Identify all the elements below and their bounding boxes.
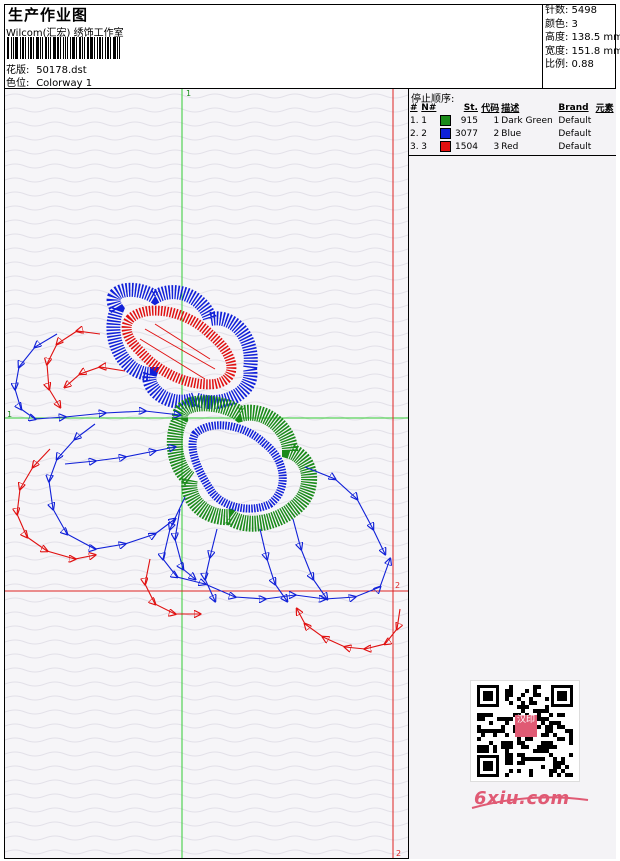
row-element xyxy=(595,140,616,153)
barcode-icon xyxy=(7,37,122,59)
stats-box: 针数: 5498 颜色: 3 高度: 138.5 mm 宽度: 151.8 mm… xyxy=(542,4,620,89)
col-index: # xyxy=(410,102,418,113)
row-index: 1. xyxy=(410,115,419,126)
row-stitches: 915 xyxy=(460,115,478,126)
row-code: 2 xyxy=(493,128,500,139)
axis-mark-1-left: 1 xyxy=(7,410,12,419)
row-swatch xyxy=(439,127,453,140)
row-swatch xyxy=(439,114,453,127)
qr-code-icon: 汉印 xyxy=(470,680,580,782)
col-code: 代码 xyxy=(481,104,500,114)
color-row[interactable]: 3. 3 1504 3 Red Default xyxy=(409,140,616,153)
color-swatch-icon xyxy=(439,128,451,139)
colorway-line: 色位: Colorway 1 xyxy=(6,74,92,89)
axis-mark-2-right: 2 xyxy=(395,581,400,590)
header: 生产作业图 Wilcom(汇宏) 绣饰工作室 花版: 50178.dst 色位:… xyxy=(4,4,620,89)
color-swatch-icon xyxy=(439,115,451,126)
row-desc: Blue xyxy=(501,128,522,139)
color-swatch-icon xyxy=(439,141,451,152)
row-stitches: 1504 xyxy=(455,141,478,152)
qr-seal: 汉印 xyxy=(515,715,537,737)
panel-separator xyxy=(409,155,616,156)
page-title: 生产作业图 xyxy=(8,6,89,24)
stat-colors: 颜色: 3 xyxy=(545,18,578,30)
color-row[interactable]: 2. 2 3077 2 Blue Default xyxy=(409,127,616,140)
col-element: 元素 xyxy=(595,104,614,114)
col-needle: N# xyxy=(421,102,437,113)
col-swatch xyxy=(439,101,453,114)
row-brand: Default xyxy=(558,141,592,152)
color-table: # N# St. 代码 描述 Brand 元素 1. 1 915 1 Dark Gree… xyxy=(409,101,616,153)
row-needle: 2 xyxy=(421,128,428,139)
row-element xyxy=(595,127,616,140)
col-desc: 描述 xyxy=(501,104,520,114)
row-swatch xyxy=(439,140,453,153)
row-desc: Dark Green xyxy=(501,115,553,126)
embroidery-design: 1 1 2 2 xyxy=(5,89,408,858)
stat-height: 高度: 138.5 mm xyxy=(545,32,620,43)
axis-mark-1-top: 1 xyxy=(186,89,191,98)
row-code: 1 xyxy=(493,115,500,126)
row-index: 2. xyxy=(410,128,419,139)
row-brand: Default xyxy=(558,128,592,139)
col-brand: Brand xyxy=(558,102,589,113)
stat-width: 宽度: 151.8 mm xyxy=(545,45,620,57)
colorway-label: 色位: xyxy=(6,78,30,89)
col-stitches: St. xyxy=(463,102,478,113)
design-canvas[interactable]: 1 1 2 2 xyxy=(5,89,408,858)
color-row[interactable]: 1. 1 915 1 Dark Green Default xyxy=(409,114,616,127)
stat-stitches: 针数: 5498 xyxy=(545,5,597,16)
row-needle: 1 xyxy=(421,115,428,126)
row-stitches: 3077 xyxy=(455,128,478,139)
row-brand: Default xyxy=(558,115,592,126)
row-desc: Red xyxy=(501,141,519,152)
row-code: 3 xyxy=(493,141,500,152)
row-index: 3. xyxy=(410,141,419,152)
watermark-text: 6xiu.com xyxy=(474,788,570,809)
row-element xyxy=(595,114,616,127)
axis-mark-2-bottom: 2 xyxy=(396,849,401,858)
color-table-header: # N# St. 代码 描述 Brand 元素 xyxy=(409,101,616,115)
row-needle: 3 xyxy=(421,141,428,152)
stat-scale: 比例: 0.88 xyxy=(545,59,594,70)
colorway-value: Colorway 1 xyxy=(36,78,93,89)
